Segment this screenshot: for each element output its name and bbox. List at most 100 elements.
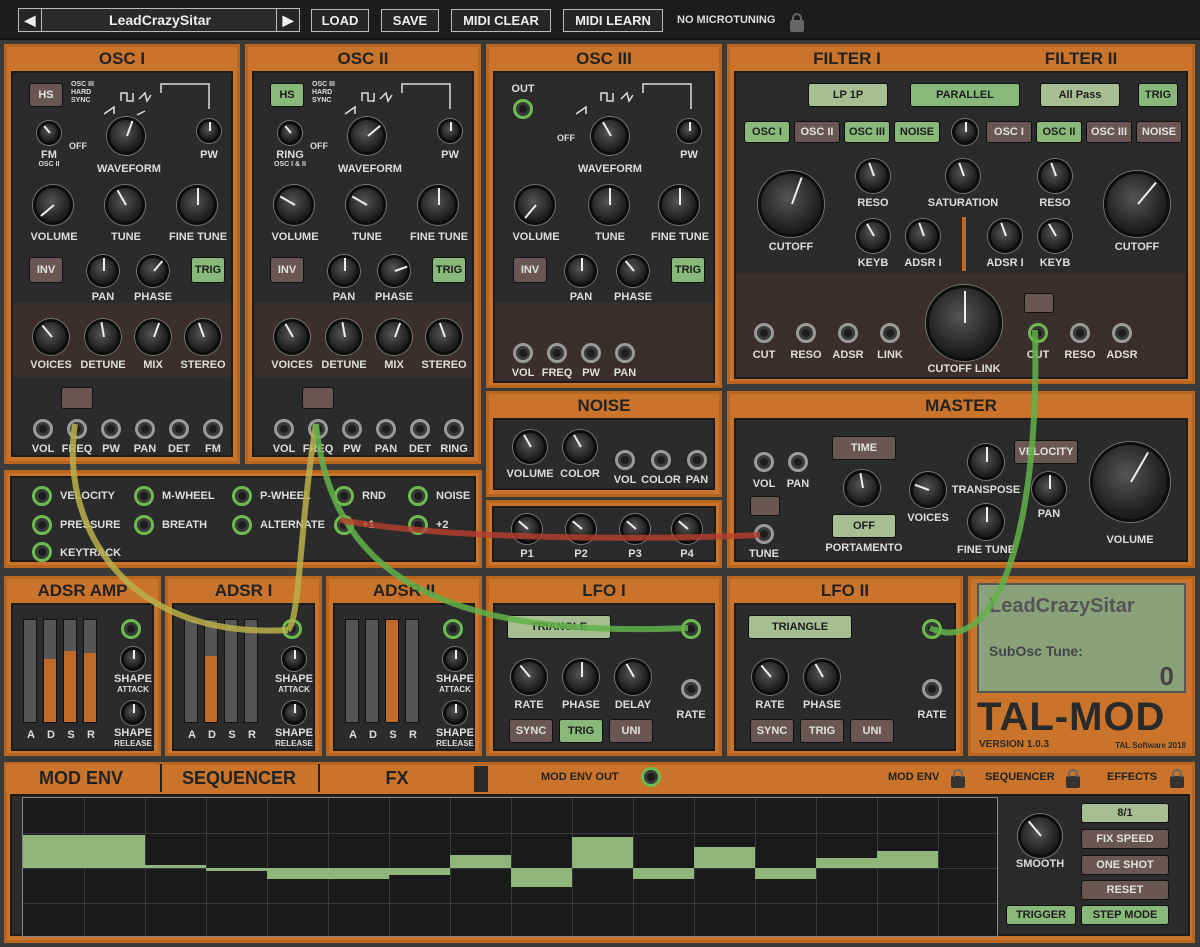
osc2-pan-jack[interactable] <box>376 419 396 439</box>
filter-type-lp1p[interactable]: LP 1P <box>808 83 888 107</box>
osc1-stereo-knob[interactable] <box>185 319 221 355</box>
osc1-trig-button[interactable]: TRIG <box>191 257 225 283</box>
osc2-pw-jack[interactable] <box>342 419 362 439</box>
lfo2-out-jack[interactable] <box>922 619 942 639</box>
noise-volume-knob[interactable] <box>513 430 547 464</box>
osc2-vol-jack[interactable] <box>274 419 294 439</box>
filter1-src-osc3[interactable]: OSC III <box>844 121 890 143</box>
filter1-link-jack[interactable] <box>880 323 900 343</box>
osc2-ring-jack[interactable] <box>444 419 464 439</box>
adsr-slider-3[interactable] <box>83 619 97 723</box>
seq-step[interactable] <box>23 835 84 868</box>
osc1-voices-knob[interactable] <box>33 319 69 355</box>
osc3-out-jack[interactable] <box>513 99 533 119</box>
pressure-jack[interactable] <box>32 515 52 535</box>
portamento-knob[interactable] <box>844 470 880 506</box>
amp-out-jack[interactable] <box>121 619 141 639</box>
adsr-slider-1[interactable] <box>43 619 57 723</box>
osc2-tune-knob[interactable] <box>346 185 386 225</box>
filter2-cut-jack[interactable] <box>1028 323 1048 343</box>
velocity-jack[interactable] <box>32 486 52 506</box>
save-button[interactable]: SAVE <box>381 9 439 32</box>
osc1-mod-amount-box[interactable] <box>61 387 93 409</box>
filter2-reso-jack[interactable] <box>1070 323 1090 343</box>
osc2-waveform-knob[interactable] <box>348 117 386 155</box>
lfo1-waveform-select[interactable]: TRIANGLE <box>507 615 611 639</box>
filter2-src-osc1[interactable]: OSC I <box>986 121 1032 143</box>
seq-step[interactable] <box>84 835 145 868</box>
load-button[interactable]: LOAD <box>311 9 369 32</box>
osc2-volume-knob[interactable] <box>274 185 314 225</box>
filter2-adsr-jack[interactable] <box>1112 323 1132 343</box>
seq-step[interactable] <box>755 868 816 880</box>
p3-knob[interactable] <box>620 514 650 544</box>
osc2-phase-knob[interactable] <box>378 255 410 287</box>
trigger-button[interactable]: TRIGGER <box>1006 905 1076 925</box>
adsr-slider-0[interactable] <box>184 619 198 723</box>
osc1-waveform-knob[interactable] <box>107 117 145 155</box>
osc2-trig-button[interactable]: TRIG <box>432 257 466 283</box>
osc1-freq-jack[interactable] <box>67 419 87 439</box>
osc2-stereo-knob[interactable] <box>426 319 462 355</box>
osc1-mix-knob[interactable] <box>135 319 171 355</box>
osc1-fm-knob[interactable] <box>37 121 61 145</box>
noise-color-jack[interactable] <box>651 450 671 470</box>
adsr2-out-jack[interactable] <box>443 619 463 639</box>
master-finetune-knob[interactable] <box>968 504 1004 540</box>
adsr-slider-3[interactable] <box>244 619 258 723</box>
rnd-jack[interactable] <box>334 486 354 506</box>
adsr-slider-1[interactable] <box>204 619 218 723</box>
adsr-slider-2[interactable] <box>224 619 238 723</box>
osc3-tune-knob[interactable] <box>589 185 629 225</box>
microtuning-lock-icon[interactable] <box>790 13 804 32</box>
sequencer-grid[interactable] <box>22 797 998 937</box>
osc3-vol-jack[interactable] <box>513 343 533 363</box>
osc3-freq-jack[interactable] <box>547 343 567 363</box>
osc1-finetune-knob[interactable] <box>177 185 217 225</box>
osc2-voices-knob[interactable] <box>274 319 310 355</box>
seq-step[interactable] <box>450 855 511 868</box>
filter2-src-noise[interactable]: NOISE <box>1136 121 1182 143</box>
lfo1-sync-button[interactable]: SYNC <box>509 719 553 743</box>
mod-env-out-jack[interactable] <box>641 767 661 787</box>
next-preset-button[interactable]: ▶ <box>276 8 300 32</box>
p4-knob[interactable] <box>672 514 702 544</box>
osc3-finetune-knob[interactable] <box>659 185 699 225</box>
osc3-volume-knob[interactable] <box>515 185 555 225</box>
osc3-pan-knob[interactable] <box>565 255 597 287</box>
mwheel-jack[interactable] <box>134 486 154 506</box>
effects-lock-icon[interactable] <box>1170 769 1184 788</box>
tab-fx[interactable]: FX <box>318 764 474 792</box>
lfo1-rate-jack[interactable] <box>681 679 701 699</box>
midi-learn-button[interactable]: MIDI LEARN <box>563 9 663 32</box>
osc2-inv-button[interactable]: INV <box>270 257 304 283</box>
adsr-slider-1[interactable] <box>365 619 379 723</box>
prev-preset-button[interactable]: ◀ <box>18 8 42 32</box>
noise-vol-jack[interactable] <box>615 450 635 470</box>
filter2-keyb-knob[interactable] <box>1038 219 1072 253</box>
pwheel-jack[interactable] <box>232 486 252 506</box>
seq-step[interactable] <box>389 868 450 875</box>
transpose-knob[interactable] <box>968 444 1004 480</box>
lfo2-trig-button[interactable]: TRIG <box>800 719 844 743</box>
master-tune-jack[interactable] <box>754 524 774 544</box>
master-pan-jack[interactable] <box>788 452 808 472</box>
adsr-slider-2[interactable] <box>63 619 77 723</box>
sequencer-lock-icon[interactable] <box>1066 769 1080 788</box>
lfo1-out-jack[interactable] <box>681 619 701 639</box>
lfo2-uni-button[interactable]: UNI <box>850 719 894 743</box>
osc3-phase-knob[interactable] <box>617 255 649 287</box>
filter1-src-osc2[interactable]: OSC II <box>794 121 840 143</box>
filter2-src-osc2[interactable]: OSC II <box>1036 121 1082 143</box>
adsr-slider-0[interactable] <box>23 619 37 723</box>
seq-step[interactable] <box>694 847 755 868</box>
lfo1-phase-knob[interactable] <box>563 659 599 695</box>
filter1-adsr-knob[interactable] <box>906 219 940 253</box>
seq-step[interactable] <box>267 868 328 880</box>
filter-type-allpass[interactable]: All Pass <box>1040 83 1120 107</box>
osc3-trig-button[interactable]: TRIG <box>671 257 705 283</box>
osc1-vol-jack[interactable] <box>33 419 53 439</box>
seq-step[interactable] <box>633 868 694 880</box>
osc3-waveform-knob[interactable] <box>591 117 629 155</box>
seq-rate-select[interactable]: 8/1 <box>1081 803 1169 823</box>
